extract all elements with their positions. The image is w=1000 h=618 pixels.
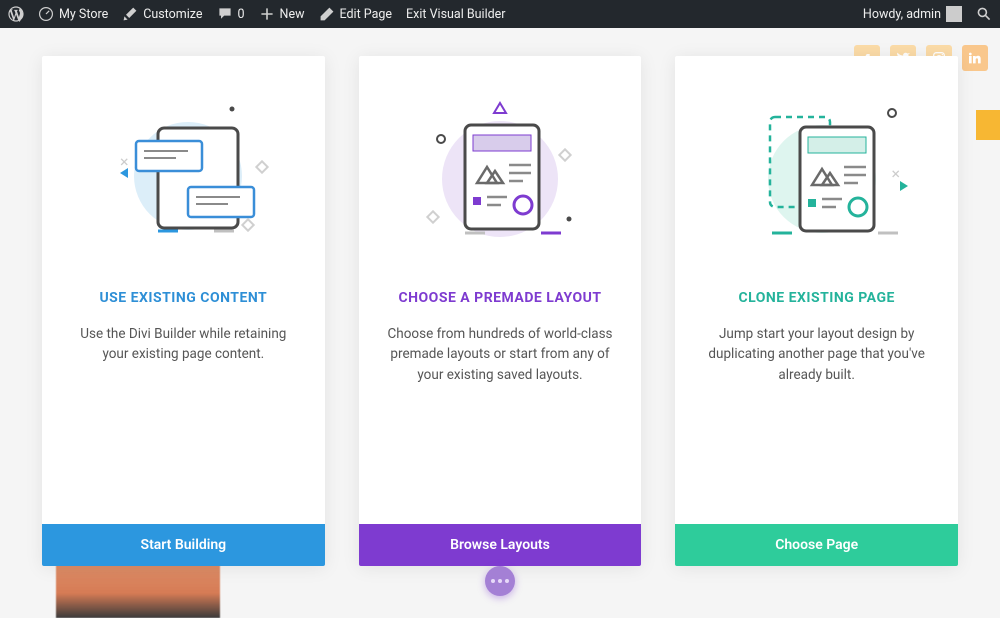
howdy-label: Howdy, admin [863,7,941,22]
illustration-premade [400,96,600,256]
customize-link[interactable]: Customize [122,6,202,22]
edit-page-link[interactable]: Edit Page [319,6,393,22]
comment-icon [217,6,233,22]
wp-logo[interactable] [8,6,24,22]
exit-label: Exit Visual Builder [406,7,506,22]
deco-x: × [120,152,129,171]
site-name-label: My Store [59,7,108,22]
howdy-account[interactable]: Howdy, admin [863,6,962,22]
exit-visual-builder[interactable]: Exit Visual Builder [406,7,506,22]
comments-link[interactable]: 0 [217,6,245,22]
search-icon [976,6,992,22]
dots-icon [491,579,509,583]
card-desc: Jump start your layout design by duplica… [703,324,930,385]
avatar [946,6,962,22]
comments-count: 0 [238,7,245,22]
new-label: New [280,7,305,22]
pencil-icon [319,6,335,22]
linkedin-icon [962,45,988,71]
customize-label: Customize [143,7,202,22]
more-options-fab[interactable] [485,566,515,596]
illustration-existing [83,96,283,256]
illustration-clone [717,96,917,256]
card-desc: Use the Divi Builder while retaining you… [70,324,297,365]
card-title: USE EXISTING CONTENT [99,290,267,306]
card-desc: Choose from hundreds of world-class prem… [387,324,614,385]
dashboard-icon [38,6,54,22]
search-toggle[interactable] [976,6,992,22]
wp-admin-bar: My Store Customize 0 New Edit Page Exit … [0,0,1000,28]
card-title: CLONE EXISTING PAGE [738,290,894,306]
card-premade-layout: CHOOSE A PREMADE LAYOUT Choose from hund… [359,56,642,566]
card-use-existing: × USE EXISTING CONTENT Use the Divi Buil… [42,56,325,566]
site-name[interactable]: My Store [38,6,108,22]
choose-page-button[interactable]: Choose Page [675,524,958,566]
plus-icon [259,6,275,22]
new-link[interactable]: New [259,6,305,22]
start-building-button[interactable]: Start Building [42,524,325,566]
edit-page-label: Edit Page [340,7,393,22]
brush-icon [122,6,138,22]
card-title: CHOOSE A PREMADE LAYOUT [398,290,601,306]
card-clone-page: × CLONE EXISTING PA [675,56,958,566]
builder-start-modal: × USE EXISTING CONTENT Use the Divi Buil… [42,56,958,566]
bg-accent [976,110,1000,140]
deco-x: × [891,164,900,183]
browse-layouts-button[interactable]: Browse Layouts [359,524,642,566]
